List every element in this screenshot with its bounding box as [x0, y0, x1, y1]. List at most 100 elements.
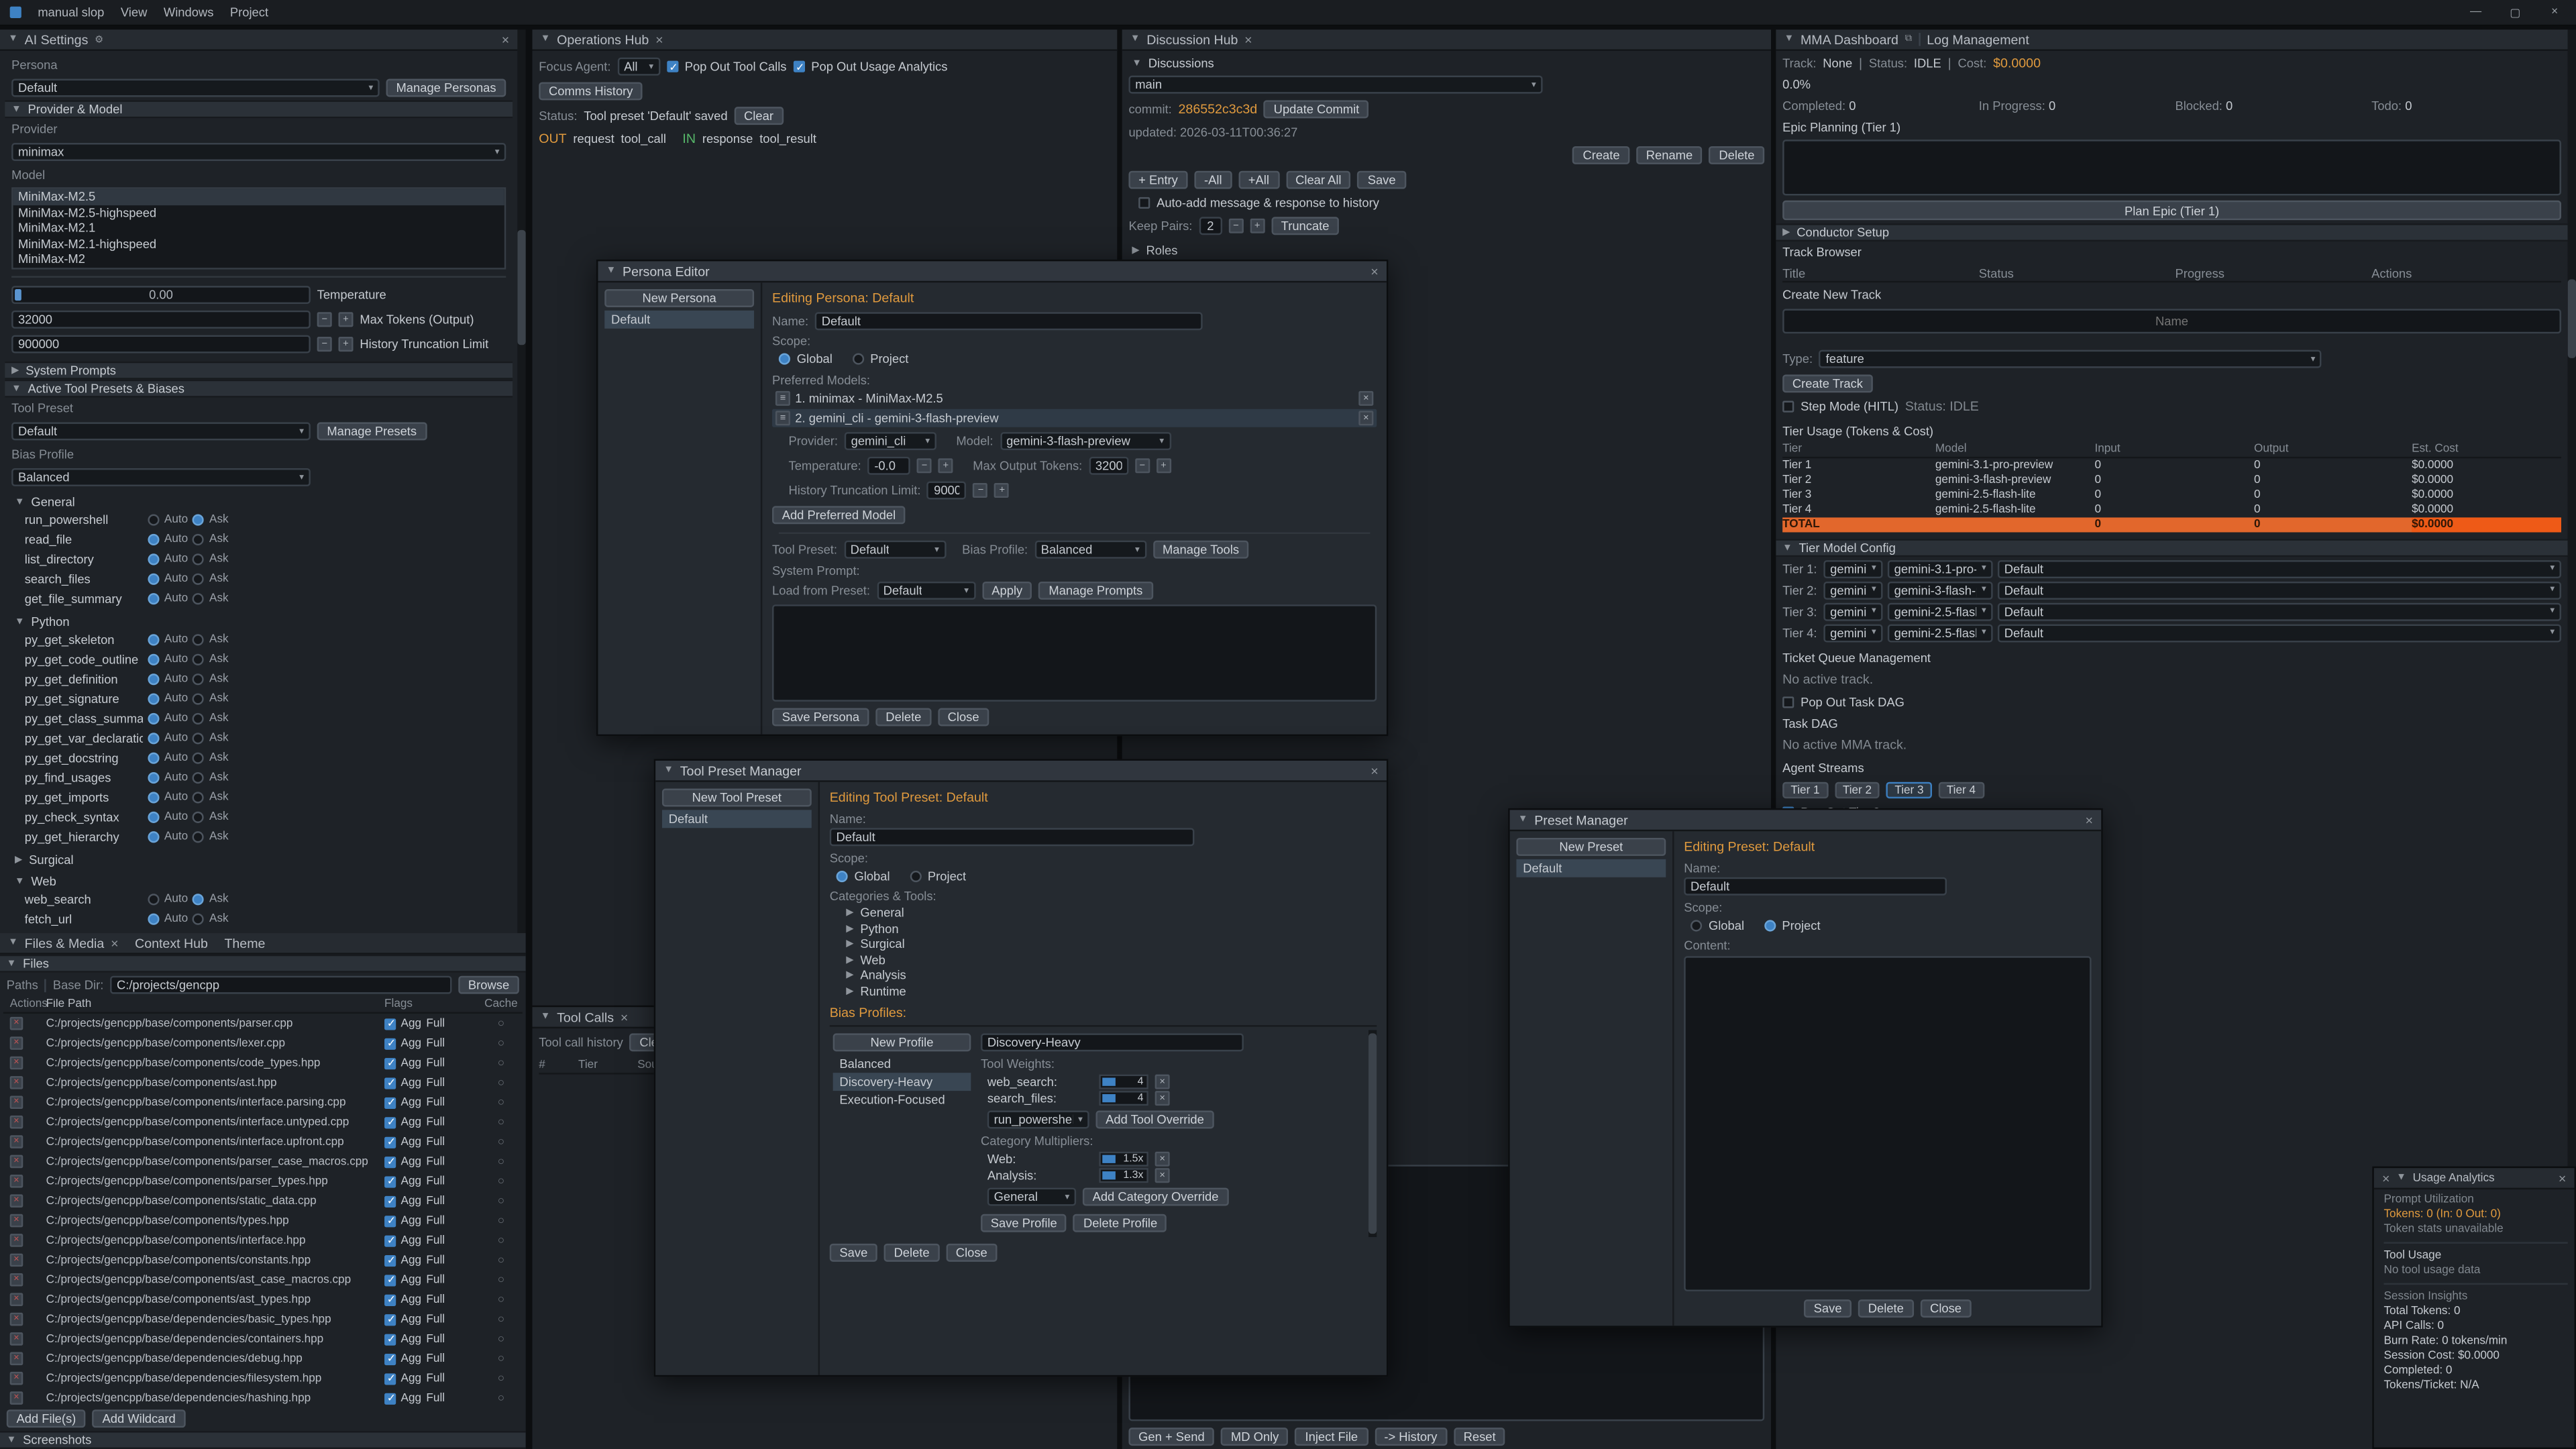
stream-tab[interactable]: Tier 4 — [1939, 782, 1984, 798]
ask-radio[interactable] — [193, 634, 205, 645]
full-toggle[interactable]: Full — [426, 1156, 445, 1167]
agg-checkbox[interactable] — [384, 1254, 396, 1266]
increment-button[interactable]: + — [995, 483, 1010, 498]
category-override-select[interactable]: General▾ — [987, 1188, 1076, 1206]
remove-file-button[interactable]: × — [10, 1391, 23, 1405]
conductor-setup-section[interactable]: ▶ Conductor Setup — [1776, 223, 2567, 241]
increment-button[interactable]: + — [338, 337, 353, 352]
cache-indicator[interactable]: ○ — [498, 1274, 504, 1285]
new-persona-button[interactable]: New Persona — [604, 289, 754, 307]
agg-checkbox[interactable] — [384, 1175, 396, 1187]
create-discussion-button[interactable]: Create — [1573, 146, 1630, 164]
add-category-override-button[interactable]: Add Category Override — [1083, 1188, 1228, 1206]
ask-radio[interactable] — [193, 574, 205, 585]
provider-select[interactable]: minimax ▾ — [11, 143, 506, 161]
bias-profile-item[interactable]: Discovery-Heavy — [833, 1073, 971, 1091]
menu-project[interactable]: Project — [230, 5, 268, 19]
tab-log-management[interactable]: Log Management — [1927, 32, 2029, 47]
focus-agent-select[interactable]: All ▾ — [617, 58, 660, 76]
remove-file-button[interactable]: × — [10, 1135, 23, 1148]
tab-theme[interactable]: Theme — [224, 936, 265, 951]
delete-tool-preset-button[interactable]: Delete — [884, 1244, 940, 1262]
ask-radio[interactable] — [193, 812, 205, 823]
section-surgical[interactable]: ▶ Surgical — [15, 853, 506, 867]
full-toggle[interactable]: Full — [426, 1077, 445, 1088]
new-profile-button[interactable]: New Profile — [833, 1033, 971, 1051]
ask-radio[interactable] — [193, 534, 205, 545]
section-web[interactable]: ▼ Web — [15, 874, 506, 889]
popout-usage-checkbox[interactable] — [793, 61, 804, 72]
add-preferred-model-button[interactable]: Add Preferred Model — [772, 506, 906, 524]
collapse-all-button[interactable]: -All — [1194, 171, 1232, 189]
full-toggle[interactable]: Full — [426, 1018, 445, 1029]
tab-files-media[interactable]: Files & Media — [25, 936, 105, 951]
cache-indicator[interactable]: ○ — [498, 1038, 504, 1049]
preset-list-item[interactable]: Default — [1516, 859, 1666, 877]
step-mode-checkbox[interactable] — [1782, 401, 1794, 413]
stream-tab[interactable]: Tier 3 — [1886, 782, 1932, 798]
decrement-button[interactable]: − — [1228, 219, 1243, 233]
multiplier-slider[interactable]: 1.5x — [1099, 1152, 1148, 1167]
cache-indicator[interactable]: ○ — [498, 1313, 504, 1325]
preset-content-input[interactable] — [1684, 956, 2091, 1291]
tool-override-select[interactable]: run_powershell▾ — [987, 1111, 1089, 1129]
expand-all-button[interactable]: +All — [1238, 171, 1279, 189]
cache-indicator[interactable]: ○ — [498, 1097, 504, 1108]
discussion-action-button[interactable]: Gen + Send — [1128, 1428, 1214, 1446]
full-toggle[interactable]: Full — [426, 1254, 445, 1266]
close-icon[interactable]: × — [621, 1010, 628, 1024]
manage-prompts-button[interactable]: Manage Prompts — [1039, 582, 1152, 600]
full-toggle[interactable]: Full — [426, 1373, 445, 1384]
save-profile-button[interactable]: Save Profile — [981, 1214, 1067, 1232]
scope-project-radio[interactable] — [910, 871, 921, 882]
agg-checkbox[interactable] — [384, 1234, 396, 1246]
ask-radio[interactable] — [193, 593, 205, 604]
remove-file-button[interactable]: × — [10, 1214, 23, 1228]
tpm-titlebar[interactable]: ▼ Tool Preset Manager × — [655, 761, 1387, 782]
full-toggle[interactable]: Full — [426, 1097, 445, 1108]
auto-radio[interactable] — [148, 772, 159, 784]
model-option[interactable]: MiniMax-M2.1-highspeed — [13, 235, 504, 251]
discussion-select[interactable]: main ▾ — [1128, 76, 1542, 94]
bias-profile-select[interactable]: Balanced▾ — [1034, 541, 1146, 559]
tier-provider-select[interactable]: gemini▾ — [1823, 559, 1882, 578]
popout-icon[interactable]: ⧉ — [1905, 34, 1913, 45]
chevron-right-icon[interactable]: ▶ — [846, 923, 853, 934]
menu-windows[interactable]: Windows — [164, 5, 214, 19]
close-icon[interactable]: × — [2559, 1171, 2566, 1185]
tool-preset-select[interactable]: Default ▾ — [11, 422, 311, 440]
full-toggle[interactable]: Full — [426, 1333, 445, 1344]
preferred-model-row[interactable]: ≡ 1. minimax - MiniMax-M2.5 × — [772, 389, 1377, 407]
increment-button[interactable]: + — [938, 458, 953, 473]
rename-discussion-button[interactable]: Rename — [1636, 146, 1703, 164]
cache-indicator[interactable]: ○ — [498, 1234, 504, 1246]
tier-model-select[interactable]: gemini-2.5-flash-lite▾ — [1888, 623, 1993, 641]
agg-checkbox[interactable] — [384, 1116, 396, 1128]
tier-model-select[interactable]: gemini-3-flash-preview▾ — [1888, 581, 1993, 599]
tier-preset-select[interactable]: Default▾ — [1998, 623, 2561, 641]
tab-discussion-hub[interactable]: Discussion Hub — [1146, 32, 1238, 47]
decrement-button[interactable]: − — [917, 458, 932, 473]
full-toggle[interactable]: Full — [426, 1294, 445, 1305]
add-entry-button[interactable]: + Entry — [1128, 171, 1187, 189]
remove-file-button[interactable]: × — [10, 1155, 23, 1169]
agg-checkbox[interactable] — [384, 1156, 396, 1167]
load-preset-select[interactable]: Default▾ — [877, 582, 975, 600]
ask-radio[interactable] — [193, 772, 205, 784]
discussion-action-button[interactable]: Reset — [1454, 1428, 1505, 1446]
remove-multiplier-button[interactable]: × — [1155, 1152, 1170, 1167]
agg-checkbox[interactable] — [384, 1038, 396, 1049]
persona-editor-titlebar[interactable]: ▼ Persona Editor × — [598, 261, 1387, 282]
agg-checkbox[interactable] — [384, 1195, 396, 1207]
auto-radio[interactable] — [148, 914, 159, 925]
weight-slider[interactable]: 4 — [1099, 1091, 1148, 1106]
full-toggle[interactable]: Full — [426, 1038, 445, 1049]
cache-indicator[interactable]: ○ — [498, 1077, 504, 1088]
decrement-button[interactable]: − — [1135, 458, 1150, 473]
agg-checkbox[interactable] — [384, 1393, 396, 1404]
clear-status-button[interactable]: Clear — [734, 107, 783, 125]
model-option[interactable]: MiniMax-M2.1 — [13, 220, 504, 235]
auto-radio[interactable] — [148, 593, 159, 604]
cache-indicator[interactable]: ○ — [498, 1136, 504, 1147]
manage-presets-button[interactable]: Manage Presets — [317, 422, 427, 440]
